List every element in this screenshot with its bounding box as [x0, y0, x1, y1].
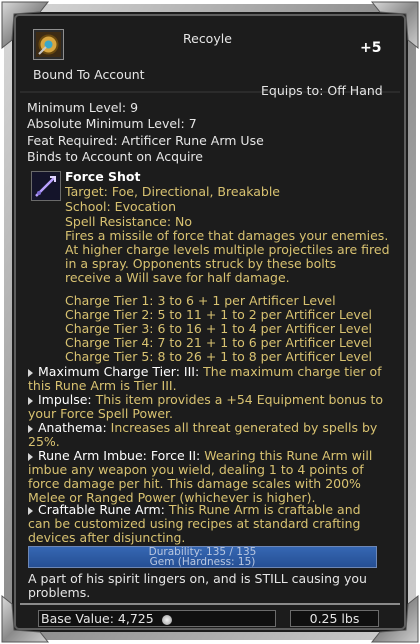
- property-label: Craftable Rune Arm:: [38, 502, 165, 517]
- flavor-text: A part of his spirit lingers on, and is …: [28, 571, 367, 600]
- spell-description-line: in a spray. Opponents struck by these bo…: [65, 256, 337, 271]
- charge-tier-2: Charge Tier 2: 5 to 11 + 1 to 2 per Arti…: [65, 307, 372, 322]
- platinum-coin-icon: [161, 614, 172, 625]
- property-label: Impulse:: [38, 392, 92, 407]
- requirement-abs-min-level: Absolute Minimum Level: 7: [27, 116, 197, 131]
- rune-arm-item-icon[interactable]: [33, 29, 64, 60]
- property-label: Rune Arm Imbue: Force II:: [38, 448, 201, 463]
- property-anathema: Anathema: Increases all threat generated…: [28, 421, 383, 449]
- spell-description-line: Fires a missile of force that damages yo…: [65, 228, 389, 243]
- requirement-feat: Feat Required: Artificer Rune Arm Use: [27, 133, 264, 148]
- base-value-label: Base Value: 4,725: [41, 611, 154, 626]
- force-shot-spell-icon[interactable]: [31, 171, 61, 201]
- spell-description-line: receive a Will save for half damage.: [65, 270, 290, 285]
- durability-bar: Durability: 135 / 135 Gem (Hardness: 15): [28, 546, 377, 568]
- item-name: Recoyle: [183, 31, 232, 46]
- base-value-box: Base Value: 4,725: [38, 610, 276, 627]
- spell-name: Force Shot: [65, 169, 141, 184]
- bullet-arrow-icon: [28, 452, 33, 461]
- spell-description-line: At higher charge levels multiple project…: [65, 242, 390, 257]
- weight-box: 0.25 lbs: [290, 610, 379, 627]
- binding-note: Binds to Account on Acquire: [27, 149, 203, 164]
- bullet-arrow-icon: [28, 424, 33, 433]
- property-rune-arm-imbue: Rune Arm Imbue: Force II: Wearing this R…: [28, 449, 383, 505]
- charge-tier-3: Charge Tier 3: 6 to 16 + 1 to 4 per Arti…: [65, 321, 372, 336]
- item-tooltip: Recoyle +5 Bound To Account Equips to: O…: [0, 0, 420, 644]
- weight-label: 0.25 lbs: [309, 611, 360, 626]
- property-max-charge-tier: Maximum Charge Tier: III: The maximum ch…: [28, 365, 383, 393]
- requirement-min-level: Minimum Level: 9: [27, 100, 139, 115]
- equips-slot-label: Equips to: Off Hand: [261, 83, 383, 98]
- charge-tier-5: Charge Tier 5: 8 to 26 + 1 to 8 per Arti…: [65, 349, 372, 364]
- enhancement-label: +5: [360, 40, 382, 56]
- material-text: Gem (Hardness: 15): [149, 556, 256, 568]
- bullet-arrow-icon: [28, 368, 33, 377]
- property-craftable-rune-arm: Craftable Rune Arm: This Rune Arm is cra…: [28, 503, 383, 545]
- spell-resistance: Spell Resistance: No: [65, 214, 193, 229]
- spell-target: Target: Foe, Directional, Breakable: [65, 184, 281, 199]
- charge-tier-4: Charge Tier 4: 7 to 21 + 1 to 6 per Arti…: [65, 335, 372, 350]
- bullet-arrow-icon: [28, 396, 33, 405]
- charge-tier-1: Charge Tier 1: 3 to 6 + 1 per Artificer …: [65, 293, 336, 308]
- binding-label: Bound To Account: [33, 67, 145, 82]
- property-impulse: Impulse: This item provides a +54 Equipm…: [28, 393, 383, 421]
- bullet-arrow-icon: [28, 506, 33, 515]
- property-label: Anathema:: [38, 420, 107, 435]
- spell-school: School: Evocation: [65, 199, 177, 214]
- property-label: Maximum Charge Tier: III:: [38, 364, 200, 379]
